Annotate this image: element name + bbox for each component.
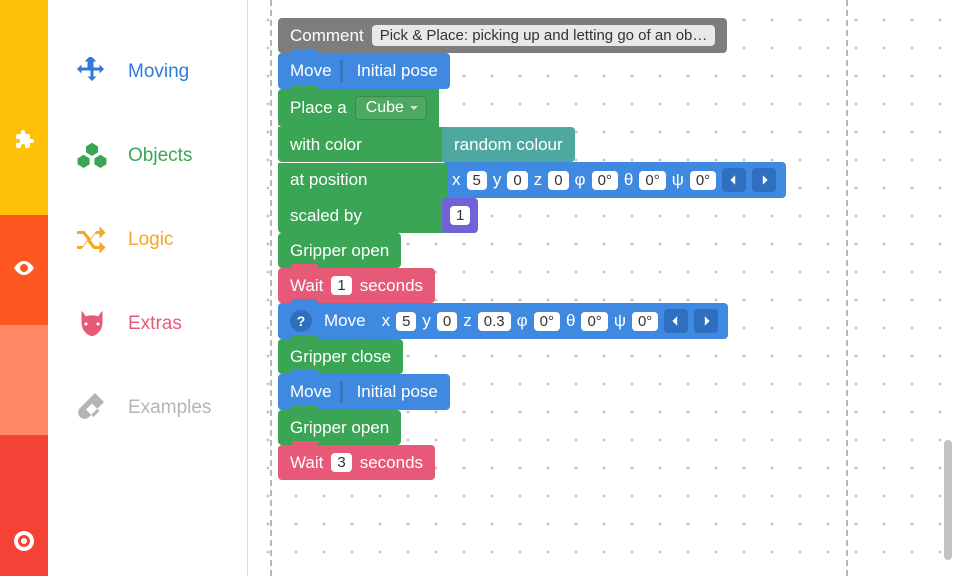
move-target[interactable]: Initial pose [357,61,438,81]
pos-phi[interactable]: 0° [534,312,560,331]
block-notch [292,49,318,57]
pos-theta[interactable]: 0° [639,171,665,190]
pos-z[interactable]: 0.3 [478,312,511,331]
position-block[interactable]: x5 y0 z0 φ0° θ0° ψ0° [442,162,786,198]
block-notch [292,264,318,272]
move-icon [74,54,110,90]
pos-x[interactable]: 5 [467,171,487,190]
next-icon[interactable] [694,309,718,333]
blockly-workspace[interactable]: Comment Pick & Place: picking up and let… [248,0,958,576]
block-notch [292,441,318,449]
place-label: Place a [290,98,347,118]
rail-segment-view[interactable] [0,215,48,325]
move-target-socket [340,60,349,82]
pos-y[interactable]: 0 [437,312,457,331]
pos-psi[interactable]: 0° [632,312,658,331]
block-gripper-open-2[interactable]: Gripper open [278,410,401,445]
block-comment[interactable]: Comment Pick & Place: picking up and let… [278,18,727,53]
block-move-initial-2[interactable]: Move Initial pose [278,374,450,410]
toolbox-label: Extras [128,313,182,335]
move-label: Move [290,61,332,81]
pos-z[interactable]: 0 [548,171,568,190]
block-notch [292,370,318,378]
left-rail: . [0,0,48,576]
eye-icon [12,256,36,285]
comment-text[interactable]: Pick & Place: picking up and letting go … [372,25,716,46]
wait-value[interactable]: 3 [331,453,351,472]
toolbox-category-extras[interactable]: Extras [48,282,247,366]
vertical-scrollbar[interactable] [944,10,952,566]
block-notch [292,85,318,93]
at-position-row: at position [278,163,448,198]
block-notch [292,229,318,237]
prev-icon[interactable] [664,309,688,333]
toolbox-category-objects[interactable]: Objects [48,114,247,198]
puzzle-icon [12,58,36,157]
toolbox-label: Logic [128,229,173,251]
shuffle-icon [74,222,110,258]
scale-value[interactable]: 1 [450,206,470,225]
scaled-by-row: scaled by [278,198,448,233]
toolbox-panel: Moving Objects Logic Extras Examples [48,0,248,576]
toolbox-category-logic[interactable]: Logic [48,198,247,282]
scale-slot[interactable]: 1 [442,198,478,233]
block-move-initial-1[interactable]: Move Initial pose [278,53,450,89]
block-wait-1[interactable]: Wait 1 seconds [278,268,435,303]
life-ring-icon [12,529,36,558]
color-value: random colour [454,135,563,155]
move-position-block[interactable]: x5 y0 z0.3 φ0° θ0° ψ0° [372,303,729,339]
rail-segment-preview[interactable]: . [0,325,48,435]
test-tube-icon [74,390,110,426]
comment-label: Comment [290,26,364,46]
pos-x[interactable]: 5 [396,312,416,331]
rail-segment-help[interactable] [0,435,48,576]
toolbox-category-examples[interactable]: Examples [48,366,247,450]
pos-y[interactable]: 0 [507,171,527,190]
rail-segment-editor[interactable] [0,0,48,215]
toolbox-label: Objects [128,145,192,167]
toolbox-label: Examples [128,397,211,419]
with-color-row: with color [278,127,448,162]
wait-value[interactable]: 1 [331,276,351,295]
move-target-socket [340,381,349,403]
block-place-object[interactable]: Place a Cube with color random colour at… [278,89,786,233]
pos-phi[interactable]: 0° [592,171,618,190]
cubes-icon [74,138,110,174]
block-gripper-close[interactable]: Gripper close [278,339,403,374]
cat-icon [74,306,110,342]
pos-psi[interactable]: 0° [690,171,716,190]
toolbox-label: Moving [128,61,189,83]
block-wait-2[interactable]: Wait 3 seconds [278,445,435,480]
shape-dropdown[interactable]: Cube [355,96,427,120]
prev-icon[interactable] [722,168,746,192]
next-icon[interactable] [752,168,776,192]
block-stack[interactable]: Comment Pick & Place: picking up and let… [278,18,786,480]
block-notch [292,406,318,414]
block-gripper-open-1[interactable]: Gripper open [278,233,401,268]
pos-theta[interactable]: 0° [581,312,607,331]
scrollbar-thumb[interactable] [944,440,952,560]
block-notch [292,299,318,307]
toolbox-category-moving[interactable]: Moving [48,30,247,114]
block-notch [292,335,318,343]
block-move-coords[interactable]: ? Move x5 y0 z0.3 φ0° θ0° ψ0° [278,303,786,339]
color-slot[interactable]: random colour [442,127,575,162]
help-icon[interactable]: ? [290,310,312,332]
